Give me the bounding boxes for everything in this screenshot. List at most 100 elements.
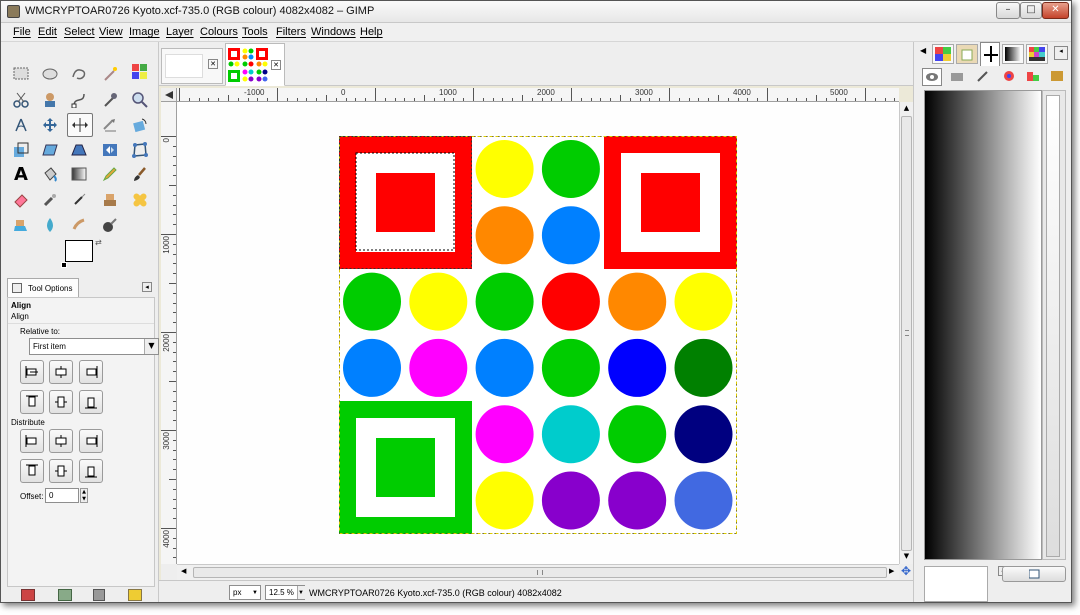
navigate-icon[interactable]: ✥ xyxy=(899,564,913,580)
default-colors-icon[interactable] xyxy=(61,262,67,268)
paths-tool-icon[interactable] xyxy=(68,89,90,111)
palettes-tab-icon[interactable] xyxy=(1026,44,1048,64)
configure-tab-icon[interactable]: ◂ xyxy=(142,282,152,292)
image-canvas[interactable] xyxy=(339,136,737,534)
menu-image[interactable]: Image xyxy=(129,26,160,38)
dock-tab-menu-icon[interactable]: ◂ xyxy=(1054,46,1068,60)
vertical-scrollbar[interactable]: ▲ ▼ xyxy=(899,102,913,564)
relative-to-select[interactable]: First item ▼ xyxy=(29,338,159,355)
align-left-edge-button[interactable] xyxy=(20,360,44,384)
channels-tab-icon[interactable] xyxy=(950,70,966,84)
shear-tool-icon[interactable] xyxy=(39,139,61,161)
distribute-bottom-button[interactable] xyxy=(79,459,103,483)
distribute-top-button[interactable] xyxy=(20,459,44,483)
unit-select[interactable]: px ▼ xyxy=(229,585,261,600)
delete-preset-icon[interactable] xyxy=(93,589,105,601)
tool-options-tab[interactable]: Tool Options xyxy=(7,278,79,298)
flip-tool-icon[interactable] xyxy=(99,139,121,161)
save-tool-preset-icon[interactable] xyxy=(21,589,35,601)
menu-filters[interactable]: Filters xyxy=(276,26,306,38)
menu-windows[interactable]: Windows xyxy=(311,26,356,38)
align-right-edge-button[interactable] xyxy=(79,360,103,384)
minimize-button[interactable]: – xyxy=(996,2,1020,19)
blur-tool-icon[interactable] xyxy=(39,214,61,236)
close-tab-icon[interactable]: ✕ xyxy=(208,59,218,69)
bucket-fill-tool-icon[interactable] xyxy=(39,163,61,185)
offset-spinner[interactable]: ▲ ▼ xyxy=(80,488,88,503)
image-tab-blank[interactable]: ✕ xyxy=(161,48,223,84)
free-select-tool-icon[interactable] xyxy=(68,63,90,85)
scroll-down-arrow-icon[interactable]: ▼ xyxy=(901,552,912,562)
scroll-right-arrow-icon[interactable]: ▶ xyxy=(889,567,899,578)
align-tool-icon[interactable] xyxy=(67,113,93,137)
zoom-tool-icon[interactable] xyxy=(129,89,151,111)
zoom-select[interactable]: 12.5 % ▼ xyxy=(265,585,305,600)
gradients-tab-icon[interactable] xyxy=(1002,44,1024,64)
menu-edit[interactable]: Edit xyxy=(38,26,57,38)
rotate-tool-icon[interactable] xyxy=(129,114,151,136)
tool-presets-tab-icon[interactable] xyxy=(980,42,1000,66)
menu-view[interactable]: View xyxy=(99,26,123,38)
menu-help[interactable]: Help xyxy=(360,26,383,38)
scissors-select-tool-icon[interactable] xyxy=(10,89,32,111)
distribute-center-button[interactable] xyxy=(49,429,73,453)
foreground-select-tool-icon[interactable] xyxy=(39,89,61,111)
perspective-tool-icon[interactable] xyxy=(68,139,90,161)
brushes-tab-icon[interactable] xyxy=(956,44,978,64)
close-button[interactable]: ✕ xyxy=(1042,2,1069,19)
airbrush-tool-icon[interactable] xyxy=(39,189,61,211)
select-by-color-tool-icon[interactable] xyxy=(129,61,151,83)
eraser-tool-icon[interactable] xyxy=(10,189,32,211)
heal-tool-icon[interactable] xyxy=(129,189,151,211)
move-tool-icon[interactable] xyxy=(39,114,61,136)
distribute-middle-button[interactable] xyxy=(49,459,73,483)
scale-tool-icon[interactable] xyxy=(10,139,32,161)
quick-mask-corner[interactable] xyxy=(161,88,177,102)
offset-input[interactable]: 0 xyxy=(45,488,79,503)
swap-colors-icon[interactable]: ⇄ xyxy=(95,238,103,247)
clone-tool-icon[interactable] xyxy=(99,189,121,211)
rect-select-tool-icon[interactable] xyxy=(10,63,32,85)
patterns-tab-icon[interactable] xyxy=(932,44,954,64)
colormap-tab-icon[interactable] xyxy=(1002,70,1018,84)
horizontal-scroll-thumb[interactable] xyxy=(193,567,887,578)
maximize-button[interactable]: □ xyxy=(1020,2,1042,19)
scroll-up-arrow-icon[interactable]: ▲ xyxy=(901,104,912,114)
menu-tools[interactable]: Tools xyxy=(242,26,268,38)
canvas-area[interactable] xyxy=(177,102,899,564)
dock-menu-icon[interactable]: ◀ xyxy=(920,46,928,58)
menu-colours[interactable]: Colours xyxy=(200,26,238,38)
vertical-scroll-thumb[interactable] xyxy=(901,116,912,551)
menu-layer[interactable]: Layer xyxy=(166,26,194,38)
gradient-list-scrollbar[interactable] xyxy=(1046,95,1060,557)
histogram-tab-icon[interactable] xyxy=(1026,70,1042,84)
align-middle-button[interactable] xyxy=(49,390,73,414)
measure-tool-icon[interactable] xyxy=(10,114,32,136)
align-bottom-edge-button[interactable] xyxy=(79,390,103,414)
pencil-tool-icon[interactable] xyxy=(99,163,121,185)
ellipse-select-tool-icon[interactable] xyxy=(39,63,61,85)
align-top-edge-button[interactable] xyxy=(20,390,44,414)
dodge-burn-tool-icon[interactable] xyxy=(99,214,121,236)
paintbrush-tool-icon[interactable] xyxy=(129,163,151,185)
distribute-right-button[interactable] xyxy=(79,429,103,453)
distribute-left-button[interactable] xyxy=(20,429,44,453)
image-tab-active[interactable]: ✕ xyxy=(225,43,285,86)
text-tool-icon[interactable]: A xyxy=(10,163,32,185)
smudge-tool-icon[interactable] xyxy=(68,214,90,236)
crop-tool-icon[interactable] xyxy=(99,114,121,136)
horizontal-scrollbar[interactable]: ◀ ▶ xyxy=(177,564,899,580)
cage-transform-tool-icon[interactable] xyxy=(129,139,151,161)
close-tab-icon[interactable]: ✕ xyxy=(271,60,281,70)
ink-tool-icon[interactable] xyxy=(68,189,90,211)
scroll-left-arrow-icon[interactable]: ◀ xyxy=(181,567,191,578)
gradient-list[interactable] xyxy=(1042,90,1066,560)
layers-tab-icon[interactable] xyxy=(922,68,942,86)
perspective-clone-tool-icon[interactable] xyxy=(10,214,32,236)
restore-tool-preset-icon[interactable] xyxy=(58,589,72,601)
menu-select[interactable]: Select xyxy=(64,26,95,38)
menu-file[interactable]: File xyxy=(13,26,31,38)
align-center-button[interactable] xyxy=(49,360,73,384)
blend-tool-icon[interactable] xyxy=(68,163,90,185)
reset-tool-options-icon[interactable] xyxy=(128,589,142,601)
